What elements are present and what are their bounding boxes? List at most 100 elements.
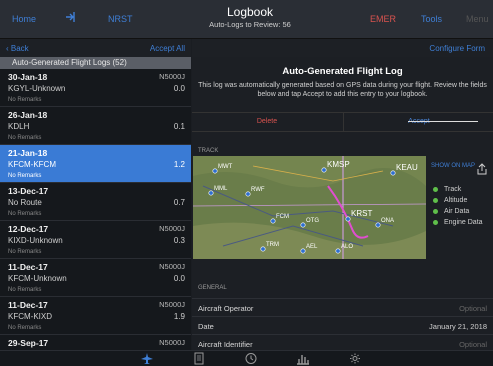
flight-log-list-pane: ‹ Back Accept All Auto-Generated Flight … bbox=[0, 39, 191, 350]
waypoint-label: MWT bbox=[218, 164, 233, 170]
row-route: No Route bbox=[8, 198, 42, 207]
row-route: KFCM-KFCM bbox=[8, 160, 56, 169]
form-field-row[interactable]: Aircraft Identifier Optional bbox=[192, 334, 493, 350]
flight-log-row[interactable]: 30-Jan-18 N5000J KGYL-Unknown 0.0 No Remarks bbox=[0, 69, 191, 107]
detail-header: Configure Form bbox=[192, 39, 493, 57]
sign-in-icon[interactable] bbox=[64, 10, 78, 26]
list-header: ‹ Back Accept All bbox=[0, 39, 191, 57]
row-remarks: No Remarks bbox=[8, 249, 42, 255]
row-flight-time: 0.7 bbox=[173, 198, 185, 207]
flight-log-row[interactable]: 13-Dec-17 No Route 0.7 No Remarks bbox=[0, 183, 191, 221]
waypoint-label: KEAU bbox=[396, 163, 418, 172]
legend-label: Track bbox=[444, 186, 462, 193]
row-tail-number: N5000J bbox=[159, 72, 185, 81]
accept-all-button[interactable]: Accept All bbox=[150, 44, 185, 53]
share-icon[interactable] bbox=[476, 163, 488, 175]
tools-button[interactable]: Tools bbox=[421, 14, 442, 24]
track-map[interactable]: MWT KMSP KEAU RWF MML KRST ONA FCM OTG TRM AEL ALO bbox=[193, 156, 426, 259]
waypoint-label: TRM bbox=[266, 242, 279, 248]
back-label: Back bbox=[10, 44, 29, 53]
row-flight-time: 0.1 bbox=[173, 122, 185, 131]
row-date: 29-Sep-17 bbox=[8, 338, 49, 348]
delete-button[interactable]: Delete bbox=[192, 113, 342, 131]
legend-label: Altitude bbox=[444, 197, 468, 204]
waypoint-label: MML bbox=[214, 186, 228, 192]
map-legend-panel: SHOW ON MAP Track Altitude Air Data Engine … bbox=[427, 156, 493, 259]
row-date: 30-Jan-18 bbox=[8, 72, 48, 82]
row-remarks: No Remarks bbox=[8, 325, 42, 331]
field-label: Aircraft Identifier bbox=[198, 340, 253, 349]
flight-log-row[interactable]: 26-Jan-18 KDLH 0.1 No Remarks bbox=[0, 107, 191, 145]
waypoint-label: AEL bbox=[306, 244, 318, 250]
track-section-label: TRACK bbox=[198, 148, 219, 154]
waypoint-label: ALO bbox=[341, 244, 353, 250]
gear-icon[interactable] bbox=[348, 352, 362, 365]
row-date: 11-Dec-17 bbox=[8, 300, 48, 310]
general-section-label: GENERAL bbox=[198, 285, 227, 291]
row-date: 13-Dec-17 bbox=[8, 186, 49, 196]
accept-button[interactable]: Accept bbox=[343, 113, 493, 131]
field-label: Date bbox=[198, 322, 214, 331]
waypoint-label: KMSP bbox=[327, 160, 350, 169]
legend-item: Track bbox=[433, 186, 461, 193]
field-value[interactable]: Optional bbox=[459, 340, 487, 349]
legend-label: Air Data bbox=[444, 208, 470, 215]
legend-dot-icon bbox=[433, 186, 438, 192]
waypoint-marker bbox=[300, 222, 306, 228]
waypoint-label: OTG bbox=[306, 218, 319, 224]
waypoint-marker bbox=[335, 248, 341, 254]
section-header: Auto-Generated Flight Logs (52) bbox=[0, 57, 191, 69]
row-remarks: No Remarks bbox=[8, 173, 42, 179]
nrst-button[interactable]: NRST bbox=[108, 14, 133, 24]
page-subtitle: Auto-Logs to Review: 56 bbox=[209, 20, 291, 29]
flight-log-detail-pane: Configure Form Auto-Generated Flight Log… bbox=[192, 39, 493, 350]
flight-log-row[interactable]: 21-Jan-18 KFCM-KFCM 1.2 No Remarks bbox=[0, 145, 191, 183]
row-date: 12-Dec-17 bbox=[8, 224, 49, 234]
flight-log-row[interactable]: 12-Dec-17 N5000J KIXD-Unknown 0.3 No Remarks bbox=[0, 221, 191, 259]
clock-icon[interactable] bbox=[244, 352, 258, 365]
waypoint-marker bbox=[321, 167, 327, 173]
show-on-map-button[interactable]: SHOW ON MAP bbox=[431, 162, 475, 170]
waypoint-marker bbox=[345, 216, 351, 222]
row-route: KIXD-Unknown bbox=[8, 236, 63, 245]
row-remarks: No Remarks bbox=[8, 97, 42, 103]
field-value[interactable]: Optional bbox=[459, 304, 487, 313]
menu-button[interactable]: Menu bbox=[466, 14, 489, 24]
row-tail-number: N5000J bbox=[159, 338, 185, 347]
auto-log-message: This log was automatically generated bas… bbox=[198, 82, 487, 98]
configure-form-button[interactable]: Configure Form bbox=[429, 44, 485, 53]
row-flight-time: 0.0 bbox=[173, 274, 185, 283]
row-route: KGYL-Unknown bbox=[8, 84, 66, 93]
flight-log-row[interactable]: 11-Dec-17 N5000J KFCM-KIXD 1.9 No Remarks bbox=[0, 297, 191, 335]
bottom-tab-bar bbox=[0, 350, 493, 366]
row-remarks: No Remarks bbox=[8, 287, 42, 293]
legend-item: Altitude bbox=[433, 197, 467, 204]
waypoint-label: KRST bbox=[351, 209, 372, 218]
row-tail-number: N5000J bbox=[159, 224, 185, 233]
home-button[interactable]: Home bbox=[12, 14, 36, 24]
row-route: KFCM-Unknown bbox=[8, 274, 67, 283]
waypoint-marker bbox=[212, 168, 218, 174]
waypoint-marker bbox=[390, 170, 396, 176]
waypoint-marker bbox=[270, 218, 276, 224]
form-field-row[interactable]: Date January 21, 2018 bbox=[192, 316, 493, 335]
waypoint-marker bbox=[375, 222, 381, 228]
form-field-row[interactable]: Aircraft Operator Optional bbox=[192, 298, 493, 317]
waypoint-marker bbox=[245, 191, 251, 197]
waypoint-label: RWF bbox=[251, 187, 265, 193]
waypoint-marker bbox=[260, 246, 266, 252]
waypoint-marker bbox=[208, 190, 214, 196]
airplane-icon[interactable] bbox=[140, 352, 154, 365]
bar-chart-icon[interactable] bbox=[296, 352, 310, 365]
legend-dot-icon bbox=[433, 208, 438, 214]
row-date: 26-Jan-18 bbox=[8, 110, 48, 120]
flight-log-row[interactable]: 11-Dec-17 N5000J KFCM-Unknown 0.0 No Remarks bbox=[0, 259, 191, 297]
field-value[interactable]: January 21, 2018 bbox=[429, 322, 487, 331]
page-title: Logbook bbox=[226, 5, 274, 19]
emer-button[interactable]: EMER bbox=[370, 14, 396, 24]
flight-log-row[interactable]: 29-Sep-17 N5000J bbox=[0, 335, 191, 350]
row-flight-time: 0.3 bbox=[173, 236, 185, 245]
legend-dot-icon bbox=[433, 219, 438, 225]
document-icon[interactable] bbox=[192, 352, 206, 365]
back-button[interactable]: ‹ Back bbox=[6, 44, 29, 53]
